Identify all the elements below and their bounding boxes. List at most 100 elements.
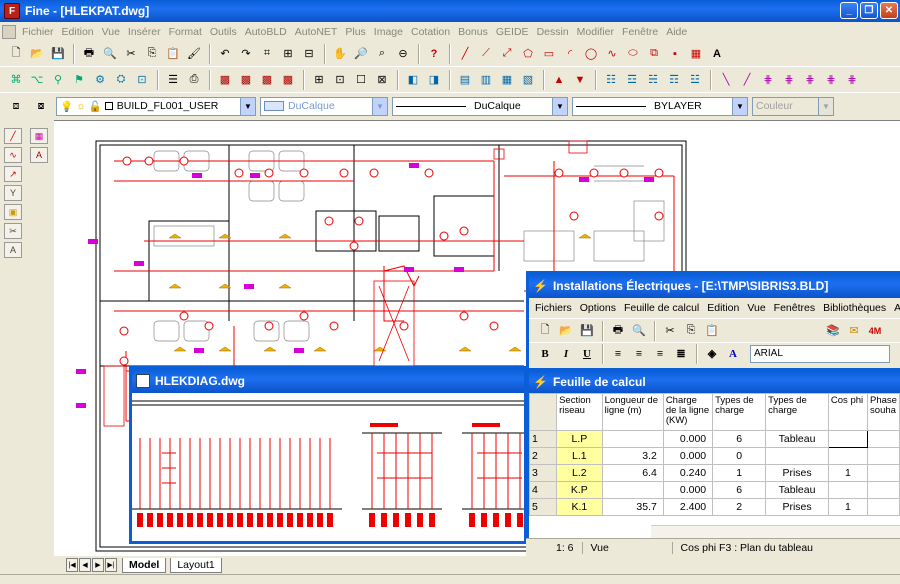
bld-tool-icon[interactable]: ☰ xyxy=(163,70,183,90)
polyline-icon[interactable]: ↗ xyxy=(4,166,22,182)
menu-autonet[interactable]: AutoNET xyxy=(291,26,342,38)
cell-load-type[interactable] xyxy=(765,447,829,465)
tool-icon[interactable]: ⌗ xyxy=(257,44,277,64)
close-button[interactable]: ✕ xyxy=(880,2,898,19)
layer-manager-icon[interactable]: ⧈ xyxy=(6,96,26,116)
save-icon[interactable]: 💾 xyxy=(577,321,597,341)
print-preview-icon[interactable]: 🔍 xyxy=(629,321,649,341)
layer-combo[interactable]: 💡 ☼ 🔓 BUILD_FL001_USER ▼ xyxy=(56,96,256,116)
save-icon[interactable]: 💾 xyxy=(48,44,68,64)
menu-fenetre[interactable]: Fenêtre xyxy=(618,26,662,38)
line-icon[interactable]: ╱ xyxy=(4,128,22,144)
calc-app-title-bar[interactable]: ⚡ Installations Électriques - [E:\TMP\SI… xyxy=(529,274,900,298)
menu-geide[interactable]: GEIDE xyxy=(492,26,533,38)
library-icon[interactable]: 📚 xyxy=(823,321,843,341)
copy-icon[interactable]: ⎘ xyxy=(681,321,701,341)
spline-icon[interactable]: ∿ xyxy=(4,147,22,163)
zoom-realtime-icon[interactable]: 🔎 xyxy=(351,44,371,64)
calc-menu-feuille[interactable]: Feuille de calcul xyxy=(620,302,703,314)
arrow-up-icon[interactable]: ▲ xyxy=(549,70,569,90)
cell-load[interactable]: 0.240 xyxy=(662,464,714,482)
cell-load-type[interactable]: Tableau xyxy=(765,430,829,448)
tool-icon[interactable]: ⊞ xyxy=(278,44,298,64)
block-insert-icon[interactable]: ▣ xyxy=(4,204,22,220)
justify-icon[interactable]: ≣ xyxy=(671,344,691,364)
menu-inserer[interactable]: Insérer xyxy=(124,26,165,38)
cell-cos-phi[interactable] xyxy=(827,447,869,465)
block-icon[interactable]: ⧉ xyxy=(644,44,664,64)
lineweight-combo[interactable]: BYLAYER ▼ xyxy=(572,96,748,116)
bld-tool-icon[interactable]: ⌥ xyxy=(27,70,47,90)
bld-tool-icon[interactable]: ☵ xyxy=(643,70,663,90)
bld-tool-icon[interactable]: ▦ xyxy=(497,70,517,90)
spline-icon[interactable]: ∿ xyxy=(602,44,622,64)
cell-load-type[interactable]: Prises xyxy=(765,464,829,482)
cell-cos-phi[interactable]: 1 xyxy=(827,464,869,482)
row-number[interactable]: 3 xyxy=(528,464,558,482)
font-name-combo[interactable]: ARIAL xyxy=(750,344,890,363)
bld-tool-icon[interactable]: ▧ xyxy=(518,70,538,90)
menu-format[interactable]: Format xyxy=(165,26,206,38)
trim-icon[interactable]: ✂ xyxy=(4,223,22,239)
bld-tool-icon[interactable]: ⌘ xyxy=(6,70,26,90)
cell-section[interactable]: L.2 xyxy=(556,464,603,482)
bld-tool-icon[interactable]: ⊠ xyxy=(372,70,392,90)
bld-tool-icon[interactable]: ⊡ xyxy=(330,70,350,90)
bld-tool-icon[interactable]: ◨ xyxy=(424,70,444,90)
first-tab-icon[interactable]: |◀ xyxy=(66,558,78,572)
bold-button[interactable]: B xyxy=(535,344,555,364)
bld-tool-icon[interactable]: ⋕ xyxy=(779,70,799,90)
bld-tool-icon[interactable]: ⋕ xyxy=(821,70,841,90)
bld-tool-icon[interactable]: ☐ xyxy=(351,70,371,90)
cell-load[interactable]: 0.000 xyxy=(662,481,714,499)
rectangle-icon[interactable]: ▭ xyxy=(539,44,559,64)
cell-section[interactable]: L.P xyxy=(556,430,603,448)
calc-menu-fenetres[interactable]: Fenêtres xyxy=(770,302,819,314)
menu-edition[interactable]: Edition xyxy=(58,26,98,38)
paste-icon[interactable]: 📋 xyxy=(163,44,183,64)
calc-menu-edition[interactable]: Edition xyxy=(703,302,743,314)
row-number[interactable]: 5 xyxy=(528,498,558,516)
construction-line-icon[interactable]: ⟋ xyxy=(476,44,496,64)
bld-tool-icon[interactable]: ▩ xyxy=(257,70,277,90)
spreadsheet-window[interactable]: ⚡ Feuille de calcul Section riseau Longu… xyxy=(526,368,900,542)
bld-tool-icon[interactable]: ⛭ xyxy=(111,70,131,90)
bld-tool-icon[interactable]: ⊡ xyxy=(132,70,152,90)
text-style-icon[interactable]: A xyxy=(30,147,48,163)
bld-tool-icon[interactable]: ⚙ xyxy=(90,70,110,90)
align-left-icon[interactable]: ≡ xyxy=(608,344,628,364)
cell-section[interactable]: K.1 xyxy=(556,498,603,516)
calc-menu-aide[interactable]: Aide xyxy=(890,302,900,314)
align-center-icon[interactable]: ≡ xyxy=(629,344,649,364)
polygon-icon[interactable]: ⬠ xyxy=(518,44,538,64)
color-combo[interactable]: DuCalque ▼ xyxy=(260,96,388,116)
new-file-icon[interactable]: 🗋 xyxy=(535,321,555,341)
cell-phase[interactable] xyxy=(867,481,900,499)
cell-load-type[interactable]: Tableau xyxy=(765,481,829,499)
bld-tool-icon[interactable]: ⚲ xyxy=(48,70,68,90)
bld-tool-icon[interactable]: ▩ xyxy=(278,70,298,90)
chevron-down-icon[interactable]: ▼ xyxy=(240,97,255,115)
column-header[interactable]: Section riseau xyxy=(556,393,603,431)
cell-cos-phi-selected[interactable] xyxy=(827,430,869,448)
new-file-icon[interactable]: 🗋 xyxy=(6,44,26,64)
ellipse-icon[interactable]: ⬭ xyxy=(623,44,643,64)
bld-tool-icon[interactable]: ⋕ xyxy=(758,70,778,90)
bld-tool-icon[interactable]: ⎙ xyxy=(184,70,204,90)
cut-icon[interactable]: ✂ xyxy=(660,321,680,341)
cell-load-type[interactable]: Prises xyxy=(765,498,829,516)
cell-load-type-code[interactable]: 2 xyxy=(712,498,767,516)
row-number[interactable]: 2 xyxy=(528,447,558,465)
text-icon[interactable]: A xyxy=(707,44,727,64)
polyline-icon[interactable]: ⤢ xyxy=(497,44,517,64)
menu-dessin[interactable]: Dessin xyxy=(533,26,573,38)
cell-load[interactable]: 2.400 xyxy=(662,498,714,516)
zoom-window-icon[interactable]: ⌕ xyxy=(372,44,392,64)
cell-load[interactable]: 0.000 xyxy=(662,447,714,465)
cut-icon[interactable]: ✂ xyxy=(121,44,141,64)
menu-bonus[interactable]: Bonus xyxy=(454,26,492,38)
document-icon[interactable] xyxy=(2,24,16,39)
cell-phase[interactable] xyxy=(867,464,900,482)
linetype-combo[interactable]: DuCalque ▼ xyxy=(392,96,568,116)
calc-grid[interactable]: Section riseau Longueur de ligne (m) Cha… xyxy=(528,393,900,516)
